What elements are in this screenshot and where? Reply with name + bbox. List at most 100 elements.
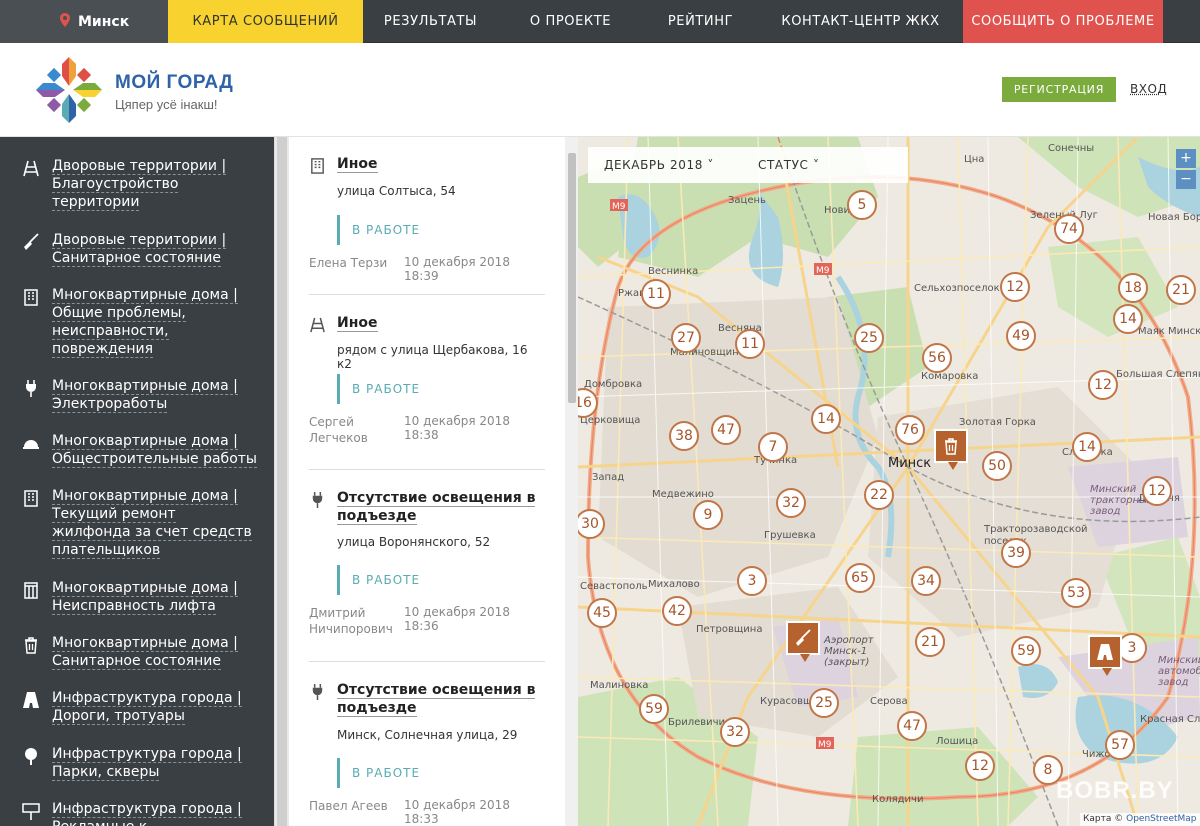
plug-icon [26, 380, 36, 397]
message-title[interactable]: Иное [337, 156, 378, 173]
map-marker[interactable] [1088, 635, 1122, 676]
map-cluster[interactable]: 14 [811, 404, 841, 434]
map-cluster[interactable]: 32 [776, 488, 806, 518]
map-cluster[interactable]: 9 [693, 500, 723, 530]
month-filter[interactable]: Декабрь 2018 ˅ [604, 158, 714, 172]
billboard-icon [22, 803, 40, 820]
map-cluster[interactable]: 12 [965, 751, 995, 781]
osm-link[interactable]: OpenStreetMap [1126, 814, 1196, 824]
map-cluster[interactable]: 27 [671, 323, 701, 353]
helmet-icon [23, 440, 39, 449]
map-label: Сонечны [1048, 143, 1095, 154]
city-selector[interactable]: Минск [0, 0, 168, 43]
message-title[interactable]: Иное [337, 315, 378, 332]
map-cluster[interactable]: 34 [911, 566, 941, 596]
map-cluster[interactable]: 59 [1011, 636, 1041, 666]
map-cluster[interactable]: 25 [854, 323, 884, 353]
map-label: Золотая Горка [959, 417, 1036, 428]
building-icon [311, 158, 324, 174]
map-label: Петровщина [696, 624, 763, 635]
register-button[interactable]: Регистрация [1002, 77, 1116, 102]
map-label: Аэропорт Минск-1 (закрыт) [824, 635, 874, 668]
map-cluster[interactable]: 38 [669, 421, 699, 451]
message-author: Дмитрий Ничипорович [309, 606, 393, 636]
message-card[interactable]: Иное улица Солтыса, 54 В работе Елена Те… [309, 155, 545, 295]
svg-text:M9: M9 [612, 202, 626, 212]
map-cluster[interactable]: 42 [662, 596, 692, 626]
message-date: 10 декабря 2018 18:39 [404, 255, 510, 283]
message-card[interactable]: Отсутствие освещения в подъезде Минск, С… [309, 681, 545, 826]
scrollbar-thumb[interactable] [568, 153, 576, 403]
map-cluster[interactable]: 47 [711, 415, 741, 445]
map-cluster[interactable]: 5 [847, 190, 877, 220]
message-date: 10 декабря 2018 18:38 [404, 414, 510, 442]
map-cluster[interactable]: 12 [1000, 272, 1030, 302]
map-cluster[interactable]: 39 [1001, 538, 1031, 568]
zoom-out-button[interactable]: − [1176, 170, 1196, 189]
map-cluster[interactable]: 56 [922, 343, 952, 373]
map-cluster[interactable]: 22 [864, 480, 894, 510]
map-cluster[interactable]: 74 [1054, 214, 1084, 244]
map-cluster[interactable]: 7 [758, 432, 788, 462]
map-cluster[interactable]: 57 [1105, 730, 1135, 760]
report-problem-button[interactable]: Сообщить о проблеме [963, 0, 1163, 43]
map-cluster[interactable]: 65 [845, 563, 875, 593]
map-view[interactable]: M9 M9 M9 Зацень Новинки Веснинка Ржавка … [578, 137, 1200, 826]
map-cluster[interactable]: 21 [915, 627, 945, 657]
logo-icon[interactable] [36, 57, 102, 123]
message-card[interactable]: Отсутствие освещения в подъезде улица Во… [309, 489, 545, 662]
zoom-controls: + − [1176, 149, 1196, 189]
map-cluster[interactable]: 45 [587, 598, 617, 628]
login-link[interactable]: ВХОД [1130, 82, 1167, 96]
map-cluster[interactable]: 18 [1118, 273, 1148, 303]
map-marker[interactable] [934, 429, 968, 470]
message-author: Сергей Легчеков [309, 415, 368, 445]
map-cluster[interactable]: 11 [735, 329, 765, 359]
top-navigation: Минск Карта сообщений Результаты О проек… [0, 0, 1200, 43]
map-cluster[interactable]: 32 [720, 717, 750, 747]
map-marker[interactable] [786, 621, 820, 662]
sidebar-category-label: Многоквартирные дома | Неисправность лиф… [52, 580, 238, 615]
sidebar-category-label: Инфраструктура города | Рекламные к... [52, 801, 242, 826]
nav-messages-map[interactable]: Карта сообщений [168, 0, 363, 43]
message-title[interactable]: Отсутствие освещения в подъезде [337, 682, 536, 717]
map-label: Большая Слепянка [1116, 369, 1200, 380]
road-icon [23, 692, 39, 708]
list-scrollbar[interactable] [565, 137, 578, 826]
svg-text:M9: M9 [818, 740, 832, 750]
map-cluster[interactable]: 12 [1142, 476, 1172, 506]
nav-contact-center[interactable]: Контакт-центр ЖКХ [758, 0, 963, 43]
message-address: улица Солтыса, 54 [337, 184, 456, 198]
map-cluster[interactable]: 12 [1088, 370, 1118, 400]
map-label: Запад [592, 472, 625, 483]
map-cluster[interactable]: 76 [895, 415, 925, 445]
sidebar-category-label: Инфраструктура города | Дороги, тротуары [52, 690, 242, 725]
plug-icon [312, 491, 323, 508]
map-cluster[interactable]: 47 [897, 711, 927, 741]
nav-about[interactable]: О проекте [498, 0, 643, 43]
map-label: Колядичи [872, 794, 924, 805]
nav-results[interactable]: Результаты [363, 0, 498, 43]
message-title[interactable]: Отсутствие освещения в подъезде [337, 490, 536, 525]
map-cluster[interactable]: 59 [639, 694, 669, 724]
map-label: Комаровка [921, 371, 979, 382]
map-cluster[interactable]: 25 [809, 688, 839, 718]
message-date: 10 декабря 2018 18:33 [404, 798, 510, 826]
message-card[interactable]: Иное рядом с улица Щербакова, 16 к2 В ра… [309, 314, 545, 470]
sidebar-category-label: Инфраструктура города | Парки, скверы [52, 746, 242, 781]
map-cluster[interactable]: 49 [1006, 321, 1036, 351]
map-cluster[interactable]: 50 [982, 451, 1012, 481]
map-cluster[interactable]: 14 [1113, 304, 1143, 334]
status-badge: В работе [337, 758, 427, 788]
map-label: Веснинка [648, 266, 699, 277]
map-cluster[interactable]: 3 [737, 566, 767, 596]
map-cluster[interactable]: 11 [641, 279, 671, 309]
nav-rating[interactable]: Рейтинг [643, 0, 758, 43]
map-cluster[interactable]: 21 [1166, 275, 1196, 305]
map-cluster[interactable]: 53 [1061, 578, 1091, 608]
zoom-in-button[interactable]: + [1176, 149, 1196, 168]
map-cluster[interactable]: 14 [1072, 432, 1102, 462]
tree-icon [25, 748, 37, 765]
broom-icon [24, 233, 39, 250]
status-filter[interactable]: Статус ˅ [758, 158, 820, 172]
